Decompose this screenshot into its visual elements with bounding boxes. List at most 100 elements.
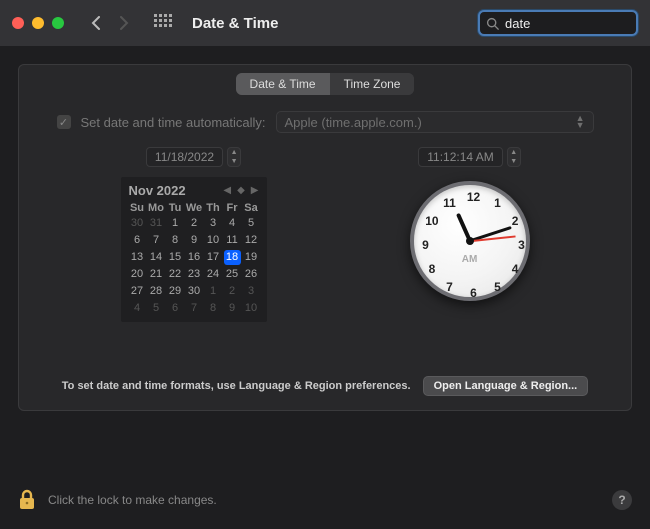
calendar-day[interactable]: 26 <box>243 267 260 282</box>
forward-button[interactable] <box>114 11 134 35</box>
select-arrows-icon: ▲▼ <box>576 115 585 129</box>
calendar-prev-icon[interactable]: ◀ <box>223 185 231 196</box>
search-icon <box>486 17 499 30</box>
auto-set-row: ✓ Set date and time automatically: Apple… <box>19 111 631 133</box>
clock-number: 10 <box>425 214 438 228</box>
calendar-day[interactable]: 21 <box>148 267 165 282</box>
calendar[interactable]: Nov 2022 ◀ ◆ ▶ SuMoTuWeThFrSa30311234567… <box>121 177 267 322</box>
calendar-day[interactable]: 10 <box>243 301 260 316</box>
calendar-day[interactable]: 30 <box>186 284 203 299</box>
calendar-day[interactable]: 4 <box>224 216 241 231</box>
clock-number: 8 <box>429 262 436 276</box>
clock-number: 1 <box>494 196 501 210</box>
calendar-day[interactable]: 14 <box>148 250 165 265</box>
tab-bar: Date & Time Time Zone <box>236 73 415 95</box>
calendar-day[interactable]: 15 <box>167 250 184 265</box>
calendar-day[interactable]: 9 <box>224 301 241 316</box>
calendar-day[interactable]: 6 <box>129 233 146 248</box>
clock-ampm-label: AM <box>462 254 478 265</box>
date-column: 11/18/2022 ▲▼ Nov 2022 ◀ ◆ ▶ SuMoTuWeThF… <box>121 147 267 322</box>
calendar-day[interactable]: 17 <box>205 250 222 265</box>
clock-number: 4 <box>512 262 519 276</box>
calendar-day[interactable]: 5 <box>148 301 165 316</box>
calendar-day[interactable]: 1 <box>167 216 184 231</box>
clock-number: 5 <box>494 280 501 294</box>
time-field[interactable]: 11:12:14 AM ▲▼ <box>418 147 521 167</box>
calendar-month-label: Nov 2022 <box>129 183 186 198</box>
date-stepper[interactable]: ▲▼ <box>227 147 241 167</box>
calendar-day[interactable]: 16 <box>186 250 203 265</box>
auto-set-checkbox[interactable]: ✓ <box>57 115 71 129</box>
preferences-panel: Date & Time Time Zone ✓ Set date and tim… <box>18 64 632 411</box>
auto-set-label: Set date and time automatically: <box>81 115 266 130</box>
date-field-value: 11/18/2022 <box>146 147 223 167</box>
calendar-day[interactable]: 2 <box>224 284 241 299</box>
calendar-dow: Mo <box>148 202 165 214</box>
calendar-day[interactable]: 7 <box>148 233 165 248</box>
calendar-day[interactable]: 22 <box>167 267 184 282</box>
calendar-day[interactable]: 20 <box>129 267 146 282</box>
calendar-day[interactable]: 18 <box>224 250 241 265</box>
calendar-dow: Sa <box>243 202 260 214</box>
time-server-select[interactable]: Apple (time.apple.com.) ▲▼ <box>276 111 594 133</box>
calendar-day[interactable]: 11 <box>224 233 241 248</box>
calendar-day[interactable]: 1 <box>205 284 222 299</box>
calendar-day[interactable]: 23 <box>186 267 203 282</box>
calendar-day[interactable]: 3 <box>205 216 222 231</box>
tab-time-zone[interactable]: Time Zone <box>330 73 415 95</box>
calendar-day[interactable]: 13 <box>129 250 146 265</box>
zoom-window-button[interactable] <box>52 17 64 29</box>
calendar-day[interactable]: 29 <box>167 284 184 299</box>
time-stepper[interactable]: ▲▼ <box>507 147 521 167</box>
close-window-button[interactable] <box>12 17 24 29</box>
window-title: Date & Time <box>192 15 278 32</box>
calendar-today-icon[interactable]: ◆ <box>237 185 245 196</box>
calendar-day[interactable]: 12 <box>243 233 260 248</box>
format-hint-row: To set date and time formats, use Langua… <box>19 376 631 396</box>
calendar-dow: We <box>186 202 203 214</box>
calendar-day[interactable]: 4 <box>129 301 146 316</box>
search-input[interactable] <box>505 16 650 31</box>
calendar-day[interactable]: 27 <box>129 284 146 299</box>
clock-number: 11 <box>443 196 456 210</box>
search-field[interactable]: ✕ <box>478 10 638 36</box>
analog-clock: AM 121234567891011 <box>410 181 530 301</box>
clock-number: 3 <box>518 238 525 252</box>
window-controls <box>12 17 64 29</box>
calendar-day[interactable]: 6 <box>167 301 184 316</box>
calendar-day[interactable]: 8 <box>167 233 184 248</box>
clock-number: 7 <box>446 280 453 294</box>
calendar-day[interactable]: 28 <box>148 284 165 299</box>
calendar-day[interactable]: 25 <box>224 267 241 282</box>
lock-icon[interactable] <box>18 489 36 511</box>
calendar-day[interactable]: 3 <box>243 284 260 299</box>
show-all-button[interactable] <box>154 14 172 32</box>
tab-date-time[interactable]: Date & Time <box>236 73 330 95</box>
time-column: 11:12:14 AM ▲▼ AM 121234567891011 <box>410 147 530 301</box>
calendar-day[interactable]: 2 <box>186 216 203 231</box>
back-button[interactable] <box>86 11 106 35</box>
open-language-region-button[interactable]: Open Language & Region... <box>423 376 589 396</box>
time-server-value: Apple (time.apple.com.) <box>285 115 422 130</box>
calendar-day[interactable]: 5 <box>243 216 260 231</box>
calendar-day[interactable]: 31 <box>148 216 165 231</box>
calendar-day[interactable]: 30 <box>129 216 146 231</box>
calendar-day[interactable]: 24 <box>205 267 222 282</box>
calendar-day[interactable]: 19 <box>243 250 260 265</box>
calendar-day[interactable]: 7 <box>186 301 203 316</box>
calendar-day[interactable]: 10 <box>205 233 222 248</box>
lock-hint-text: Click the lock to make changes. <box>48 493 217 507</box>
calendar-day[interactable]: 9 <box>186 233 203 248</box>
calendar-dow: Th <box>205 202 222 214</box>
date-field[interactable]: 11/18/2022 ▲▼ <box>146 147 241 167</box>
time-field-value: 11:12:14 AM <box>418 147 503 167</box>
bottom-bar: Click the lock to make changes. ? <box>0 475 650 529</box>
clock-number: 12 <box>467 190 480 204</box>
clock-number: 2 <box>512 214 519 228</box>
calendar-day[interactable]: 8 <box>205 301 222 316</box>
minimize-window-button[interactable] <box>32 17 44 29</box>
help-button[interactable]: ? <box>612 490 632 510</box>
calendar-next-icon[interactable]: ▶ <box>251 185 259 196</box>
format-hint-text: To set date and time formats, use Langua… <box>62 380 411 392</box>
calendar-nav: ◀ ◆ ▶ <box>223 185 258 196</box>
